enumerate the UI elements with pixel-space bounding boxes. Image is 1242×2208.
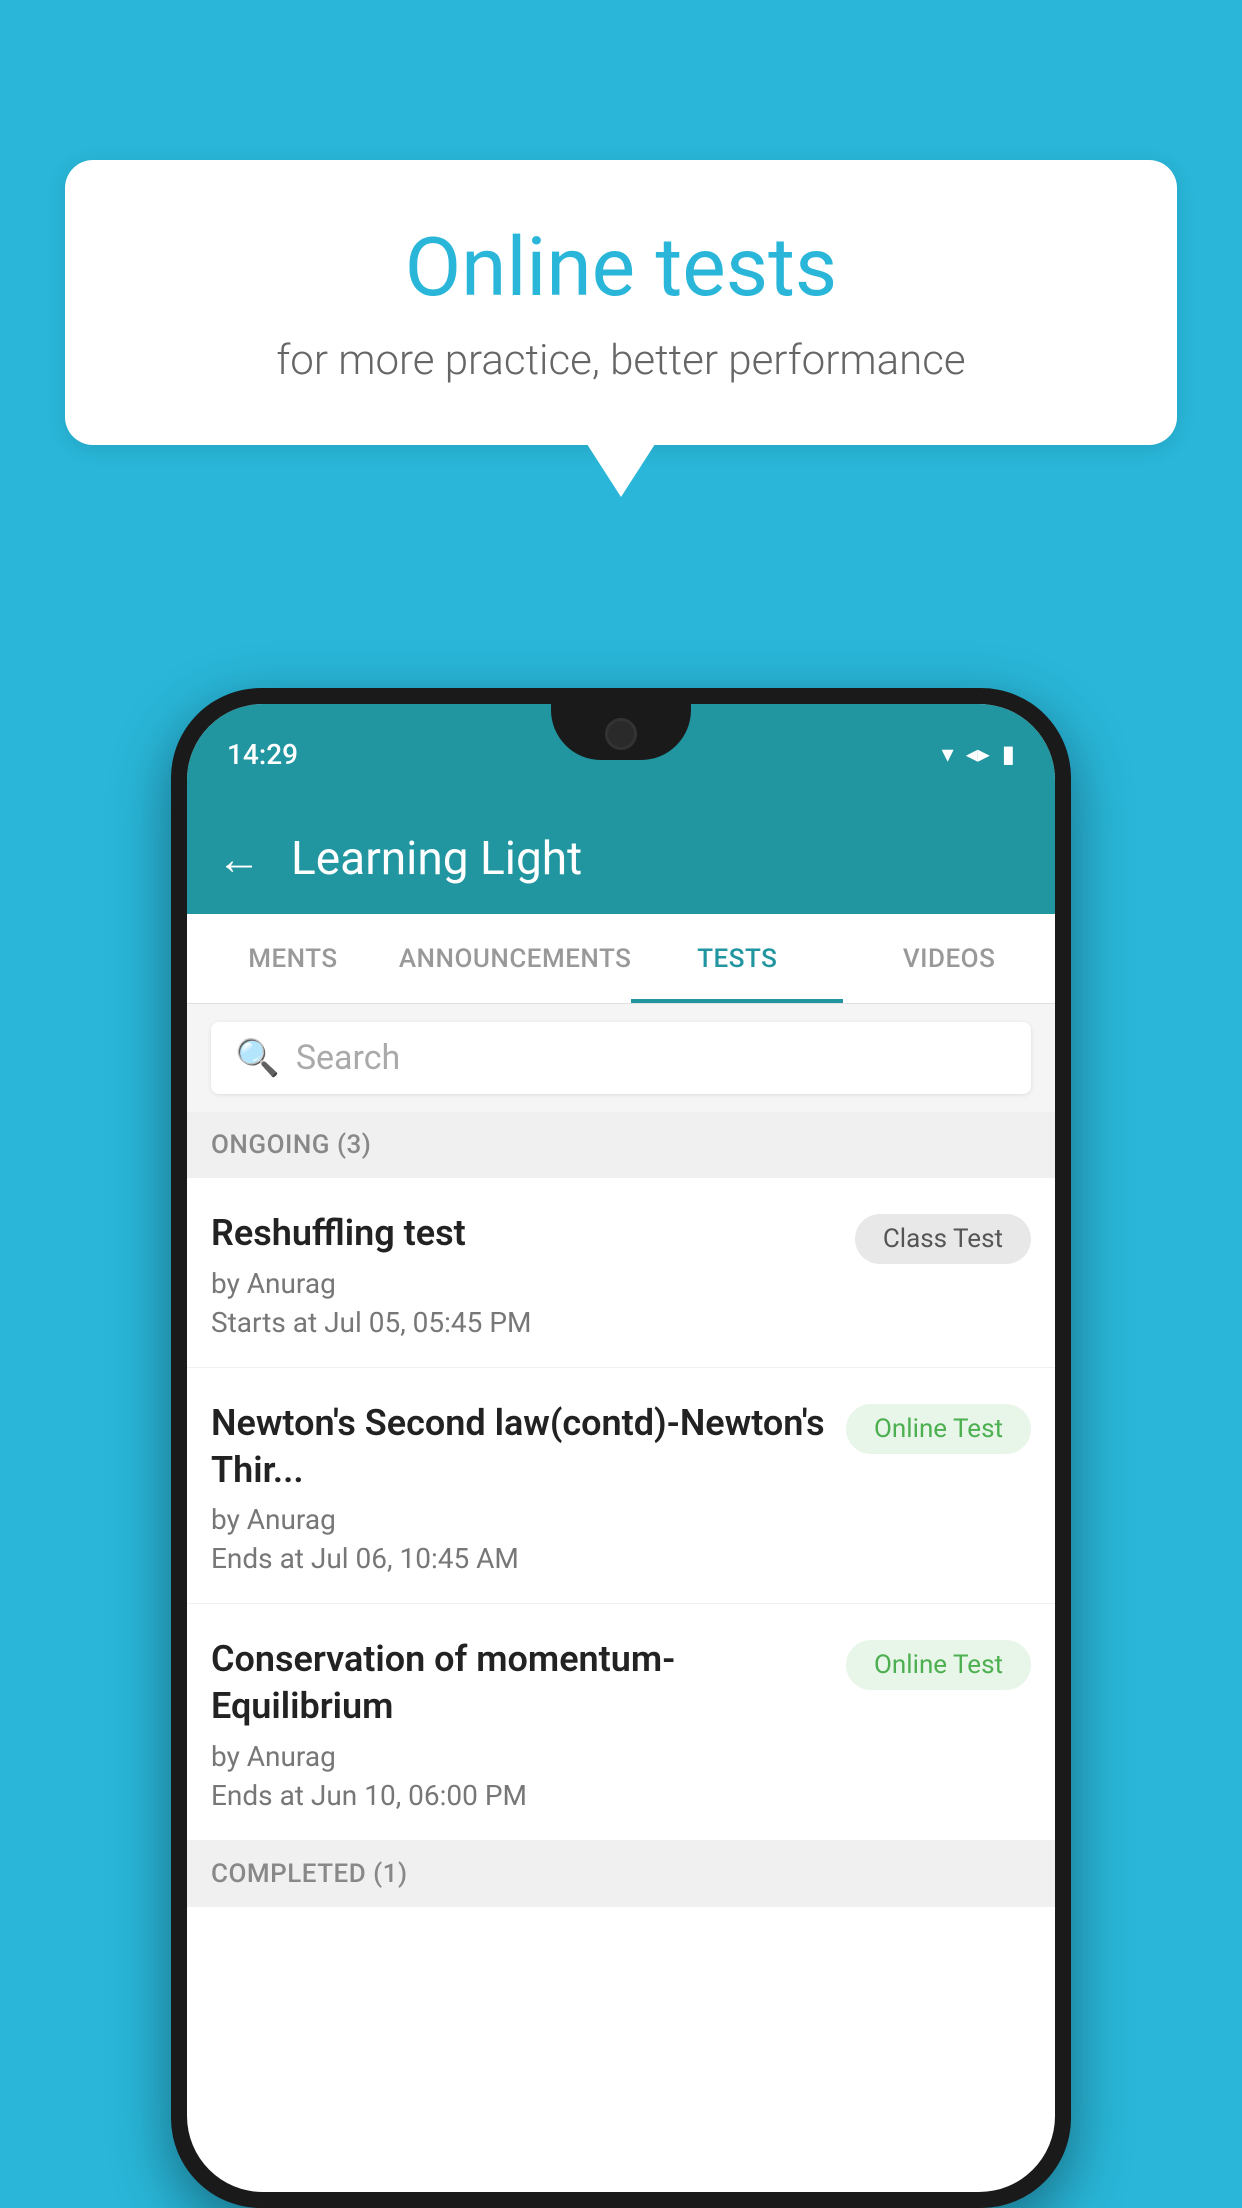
promo-subtitle: for more practice, better performance: [145, 336, 1097, 385]
tabs-bar: MENTS ANNOUNCEMENTS TESTS VIDEOS: [187, 914, 1055, 1004]
tab-tests[interactable]: TESTS: [631, 914, 843, 1003]
back-button[interactable]: ←: [217, 833, 261, 885]
test-list-ongoing: Reshuffling test by Anurag Starts at Jul…: [187, 1178, 1055, 1841]
camera: [605, 718, 637, 750]
test-title-3: Conservation of momentum-Equilibrium: [211, 1636, 830, 1730]
test-info-3: Conservation of momentum-Equilibrium by …: [211, 1636, 830, 1812]
tab-announcements[interactable]: ANNOUNCEMENTS: [399, 914, 632, 1003]
app-bar: ← Learning Light: [187, 804, 1055, 914]
test-date-3: Ends at Jun 10, 06:00 PM: [211, 1779, 830, 1812]
badge-online-test-2: Online Test: [846, 1404, 1031, 1454]
status-time: 14:29: [227, 738, 298, 771]
promo-title: Online tests: [145, 220, 1097, 316]
phone-device: 14:29 ▾ ◂▸ ▮ ← Learning Light MENTS: [171, 688, 1071, 2208]
badge-online-test-3: Online Test: [846, 1640, 1031, 1690]
test-by-1: by Anurag: [211, 1267, 839, 1300]
test-item-reshuffling[interactable]: Reshuffling test by Anurag Starts at Jul…: [187, 1178, 1055, 1368]
badge-class-test-1: Class Test: [855, 1214, 1031, 1264]
app-bar-title: Learning Light: [291, 832, 582, 886]
test-date-1: Starts at Jul 05, 05:45 PM: [211, 1306, 839, 1339]
test-by-2: by Anurag: [211, 1503, 830, 1536]
speech-bubble: Online tests for more practice, better p…: [65, 160, 1177, 445]
test-title-2: Newton's Second law(contd)-Newton's Thir…: [211, 1400, 830, 1494]
search-icon: 🔍: [235, 1037, 280, 1079]
test-by-3: by Anurag: [211, 1740, 830, 1773]
notch: [551, 704, 691, 760]
phone-body: 14:29 ▾ ◂▸ ▮ ← Learning Light MENTS: [171, 688, 1071, 2208]
search-container: 🔍 Search: [187, 1004, 1055, 1112]
test-item-conservation[interactable]: Conservation of momentum-Equilibrium by …: [187, 1604, 1055, 1841]
tab-videos[interactable]: VIDEOS: [843, 914, 1055, 1003]
battery-icon: ▮: [1002, 740, 1015, 768]
signal-icon: ◂▸: [966, 740, 990, 768]
test-title-1: Reshuffling test: [211, 1210, 839, 1257]
status-icons: ▾ ◂▸ ▮: [942, 740, 1015, 768]
test-info-2: Newton's Second law(contd)-Newton's Thir…: [211, 1400, 830, 1576]
status-bar: 14:29 ▾ ◂▸ ▮: [187, 704, 1055, 804]
test-info-1: Reshuffling test by Anurag Starts at Jul…: [211, 1210, 839, 1339]
test-date-2: Ends at Jul 06, 10:45 AM: [211, 1542, 830, 1575]
test-item-newton[interactable]: Newton's Second law(contd)-Newton's Thir…: [187, 1368, 1055, 1605]
promo-card: Online tests for more practice, better p…: [65, 160, 1177, 445]
section-completed-header: COMPLETED (1): [187, 1841, 1055, 1907]
phone-screen: 14:29 ▾ ◂▸ ▮ ← Learning Light MENTS: [187, 704, 1055, 2192]
section-ongoing-header: ONGOING (3): [187, 1112, 1055, 1178]
tab-ments[interactable]: MENTS: [187, 914, 399, 1003]
search-bar[interactable]: 🔍 Search: [211, 1022, 1031, 1094]
wifi-icon: ▾: [942, 740, 954, 768]
search-input[interactable]: Search: [296, 1038, 400, 1078]
